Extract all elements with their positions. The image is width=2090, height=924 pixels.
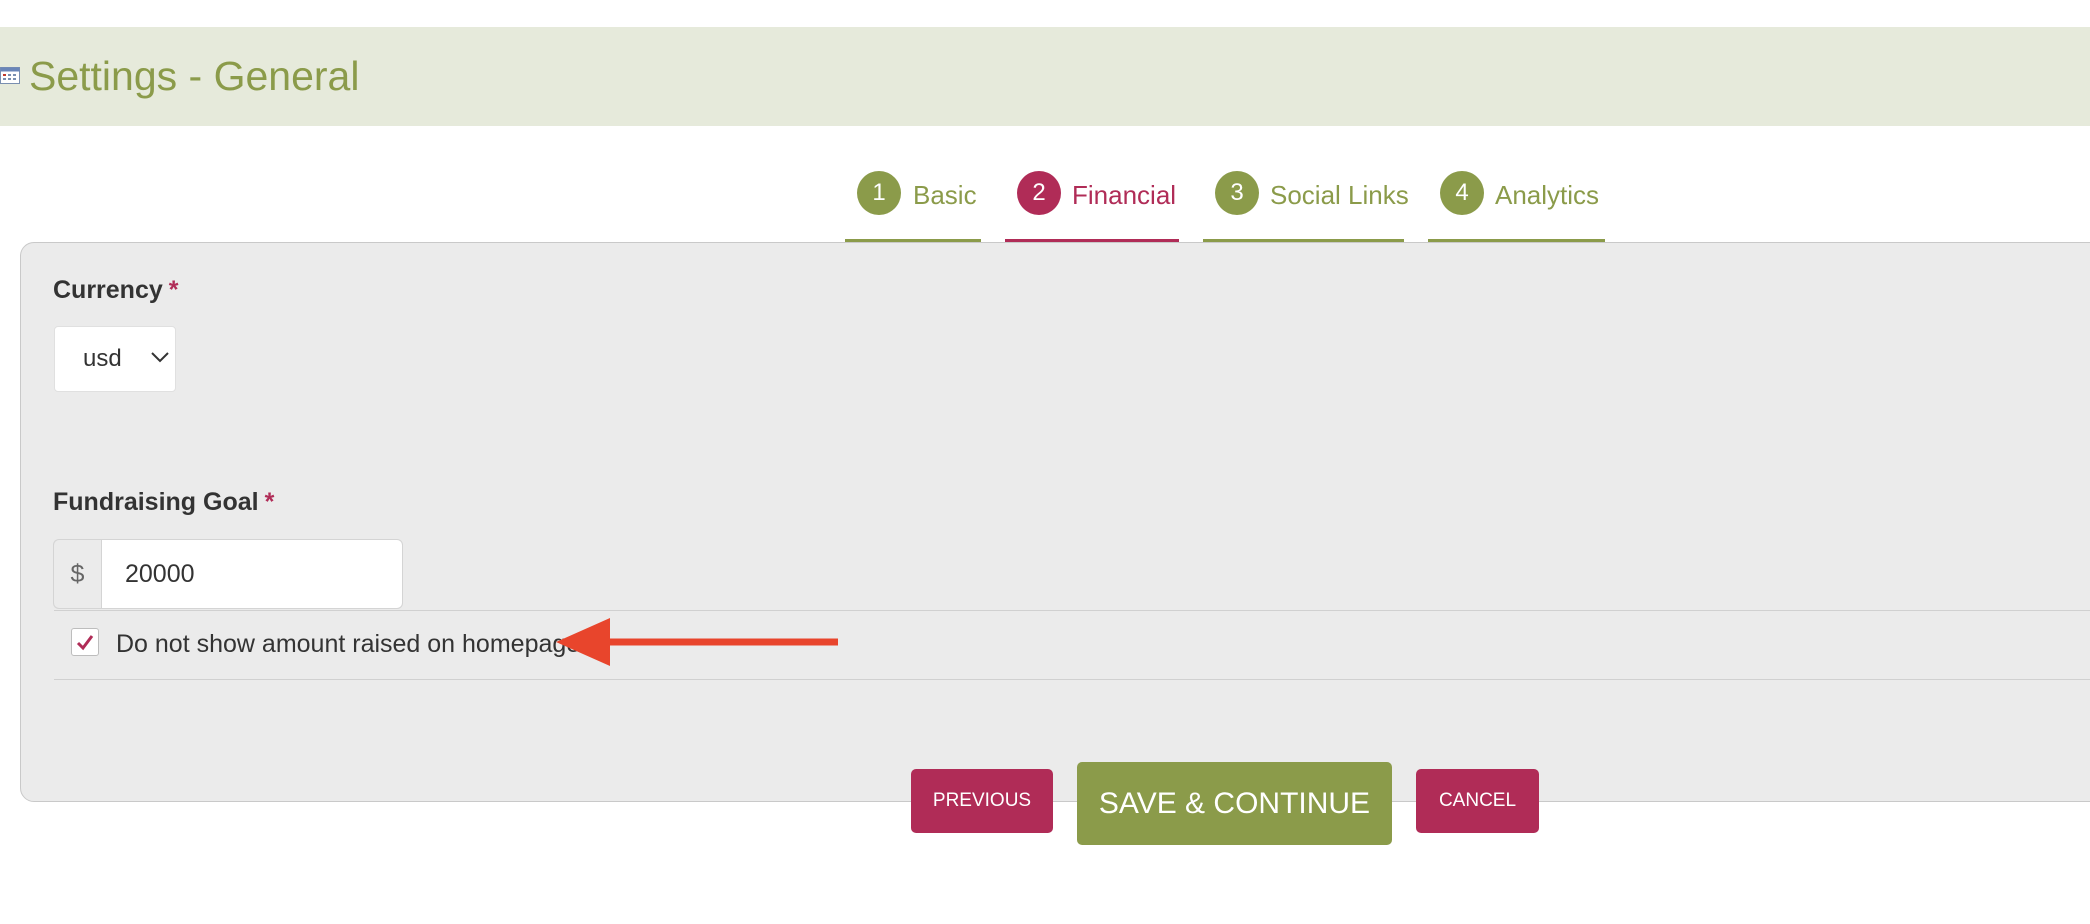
- currency-label-text: Currency: [53, 276, 163, 304]
- currency-label: Currency *: [53, 276, 179, 305]
- tab-financial[interactable]: 2 Financial: [1005, 169, 1179, 246]
- annotation-arrow-icon: [556, 618, 838, 666]
- tab-analytics[interactable]: 4 Analytics: [1428, 169, 1605, 246]
- step-number: 1: [857, 171, 901, 215]
- divider: [54, 679, 2090, 680]
- tab-social-links[interactable]: 3 Social Links: [1203, 169, 1409, 246]
- fundraising-goal-input[interactable]: [101, 539, 403, 609]
- checkmark-icon: [76, 635, 94, 651]
- tab-label: Financial: [1072, 180, 1177, 210]
- hide-amount-checkbox[interactable]: [71, 628, 99, 656]
- form-panel: [20, 242, 2090, 802]
- tab-label: Basic: [913, 180, 977, 210]
- page-title: Settings - General: [29, 53, 360, 99]
- settings-page: Settings - General 1 Basic 2 Financial 3…: [0, 0, 2090, 924]
- required-marker: *: [264, 488, 275, 516]
- tab-basic[interactable]: 1 Basic: [845, 169, 981, 246]
- previous-button[interactable]: PREVIOUS: [911, 769, 1053, 833]
- cancel-button[interactable]: CANCEL: [1416, 769, 1539, 833]
- step-number: 2: [1017, 171, 1061, 215]
- calendar-icon: [0, 67, 20, 84]
- step-number: 3: [1215, 171, 1259, 215]
- tab-label: Analytics: [1495, 180, 1600, 210]
- currency-select[interactable]: usd: [54, 326, 176, 392]
- currency-prefix: $: [53, 539, 101, 609]
- chevron-down-icon: [151, 352, 169, 363]
- fundraising-goal-label-text: Fundraising Goal: [53, 488, 259, 516]
- step-number: 4: [1440, 171, 1484, 215]
- fundraising-goal-label: Fundraising Goal *: [53, 488, 274, 517]
- tab-label: Social Links: [1270, 180, 1409, 210]
- required-marker: *: [168, 276, 179, 304]
- save-continue-button[interactable]: SAVE & CONTINUE: [1077, 762, 1392, 845]
- hide-amount-label[interactable]: Do not show amount raised on homepage: [116, 628, 580, 660]
- divider: [54, 610, 2090, 611]
- currency-selected-value: usd: [83, 345, 122, 372]
